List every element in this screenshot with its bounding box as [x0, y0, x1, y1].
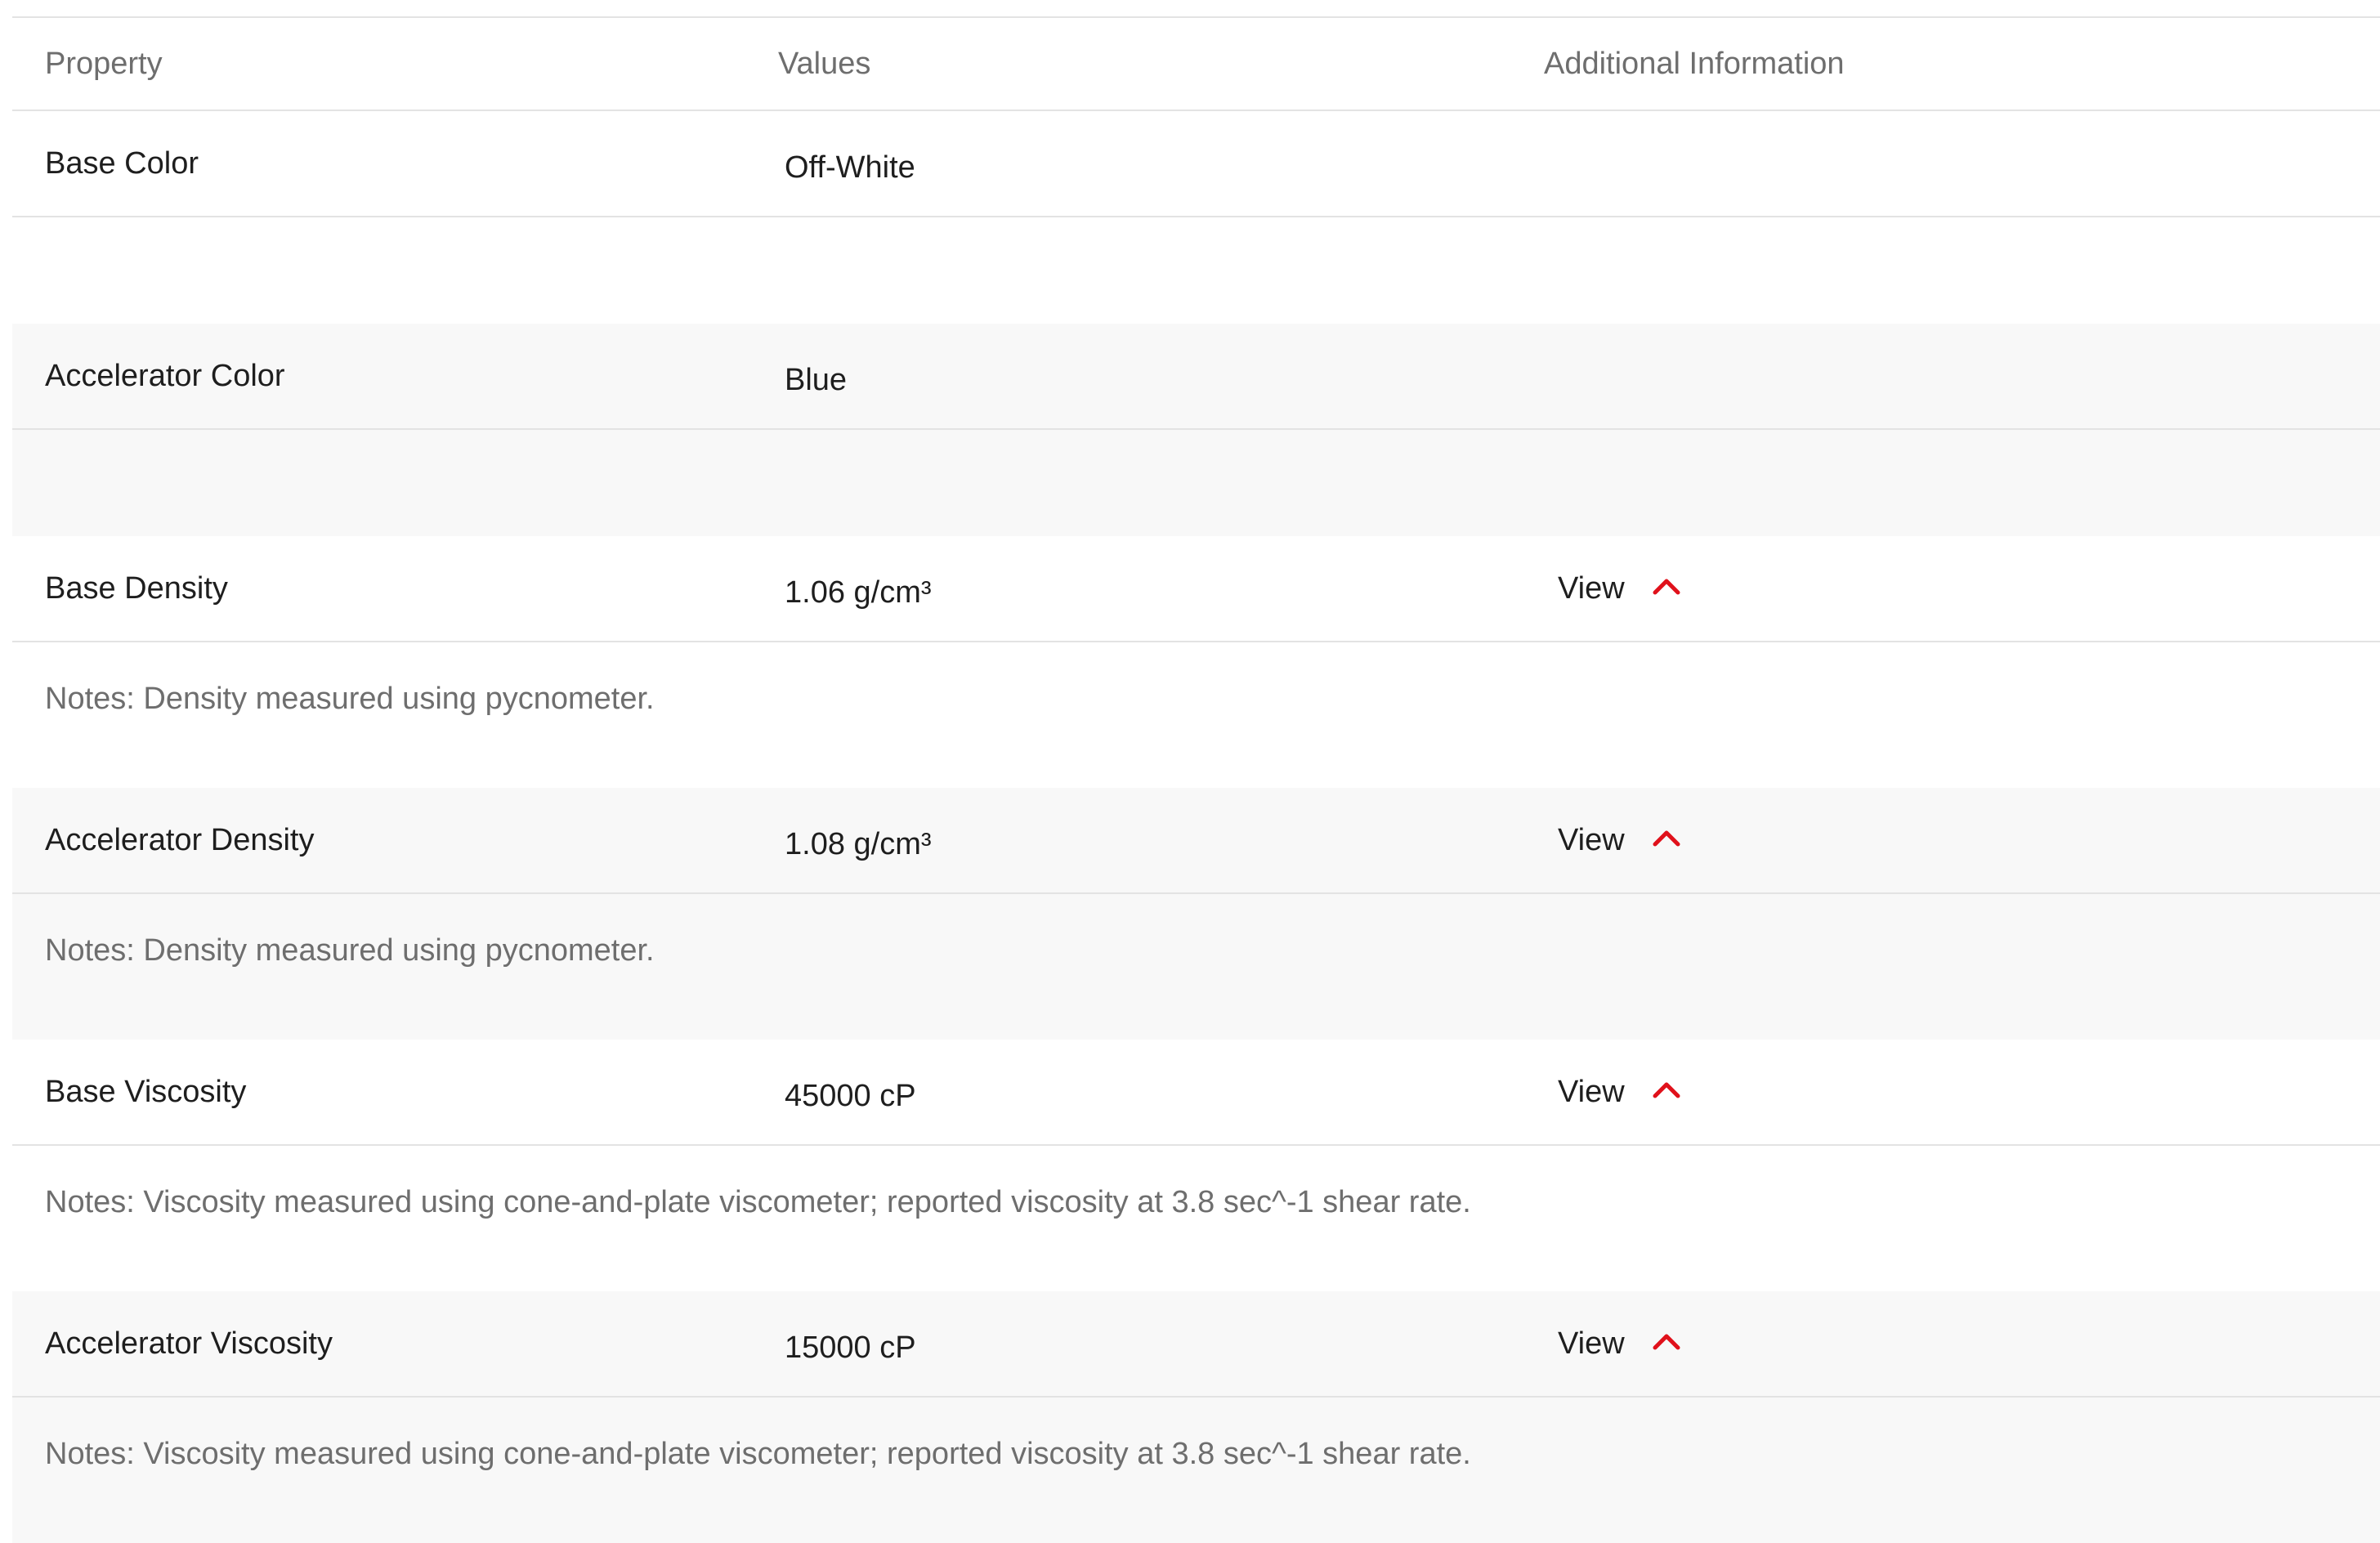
- property-name: Base Density: [45, 570, 228, 606]
- table-row: Base Viscosity 45000 cP View: [12, 1040, 2380, 1146]
- notes-row: Notes: Viscosity measured using cone-and…: [45, 1185, 1471, 1219]
- additional-info-cell: View: [1544, 1326, 2380, 1362]
- property-name: Base Viscosity: [45, 1074, 247, 1109]
- row-group-accelerator-viscosity: Accelerator Viscosity 15000 cP View Note…: [12, 1291, 2380, 1543]
- additional-info-cell: View: [1544, 571, 2380, 606]
- chevron-up-icon[interactable]: [1653, 576, 1680, 596]
- additional-info-cell: View: [1544, 823, 2380, 858]
- table-row: Accelerator Density 1.08 g/cm³ View: [12, 788, 2380, 894]
- chevron-up-icon[interactable]: [1653, 828, 1680, 848]
- properties-table: Property Values Additional Information B…: [12, 16, 2380, 1543]
- property-value: 45000 cP: [785, 1078, 916, 1113]
- row-group-base-color: Base Color Off-White: [12, 111, 2380, 324]
- table-row: Accelerator Color Blue: [12, 324, 2380, 430]
- header-additional-information: Additional Information: [1544, 46, 1845, 81]
- table-row: Base Color Off-White: [12, 111, 2380, 217]
- property-name: Accelerator Density: [45, 822, 315, 857]
- table-row: Base Density 1.06 g/cm³ View: [12, 536, 2380, 642]
- row-group-accelerator-color: Accelerator Color Blue: [12, 324, 2380, 536]
- row-group-accelerator-density: Accelerator Density 1.08 g/cm³ View Note…: [12, 788, 2380, 1040]
- property-name: Accelerator Viscosity: [45, 1326, 333, 1361]
- table-header: Property Values Additional Information: [12, 16, 2380, 111]
- view-link[interactable]: View: [1558, 1326, 1625, 1362]
- chevron-up-icon[interactable]: [1653, 1080, 1680, 1099]
- header-values: Values: [778, 46, 871, 81]
- notes-row: Notes: Density measured using pycnometer…: [45, 933, 655, 968]
- view-link[interactable]: View: [1558, 571, 1625, 606]
- property-value: Blue: [785, 362, 848, 397]
- row-group-base-viscosity: Base Viscosity 45000 cP View Notes: Visc…: [12, 1040, 2380, 1291]
- property-value: 1.08 g/cm³: [785, 826, 932, 861]
- property-name: Accelerator Color: [45, 358, 285, 393]
- chevron-up-icon[interactable]: [1653, 1331, 1680, 1351]
- view-link[interactable]: View: [1558, 1075, 1625, 1110]
- spacer-row: [12, 217, 2380, 324]
- additional-info-cell: View: [1544, 1075, 2380, 1110]
- header-property: Property: [45, 46, 163, 81]
- notes-row: Notes: Density measured using pycnometer…: [45, 682, 655, 716]
- property-value: Off-White: [785, 150, 915, 185]
- row-group-base-density: Base Density 1.06 g/cm³ View Notes: Dens…: [12, 536, 2380, 788]
- property-value: 1.06 g/cm³: [785, 575, 932, 610]
- notes-row: Notes: Viscosity measured using cone-and…: [45, 1437, 1471, 1471]
- view-link[interactable]: View: [1558, 823, 1625, 858]
- property-value: 15000 cP: [785, 1330, 916, 1365]
- property-name: Base Color: [45, 145, 199, 181]
- table-row: Accelerator Viscosity 15000 cP View: [12, 1291, 2380, 1398]
- spacer-row: [12, 430, 2380, 536]
